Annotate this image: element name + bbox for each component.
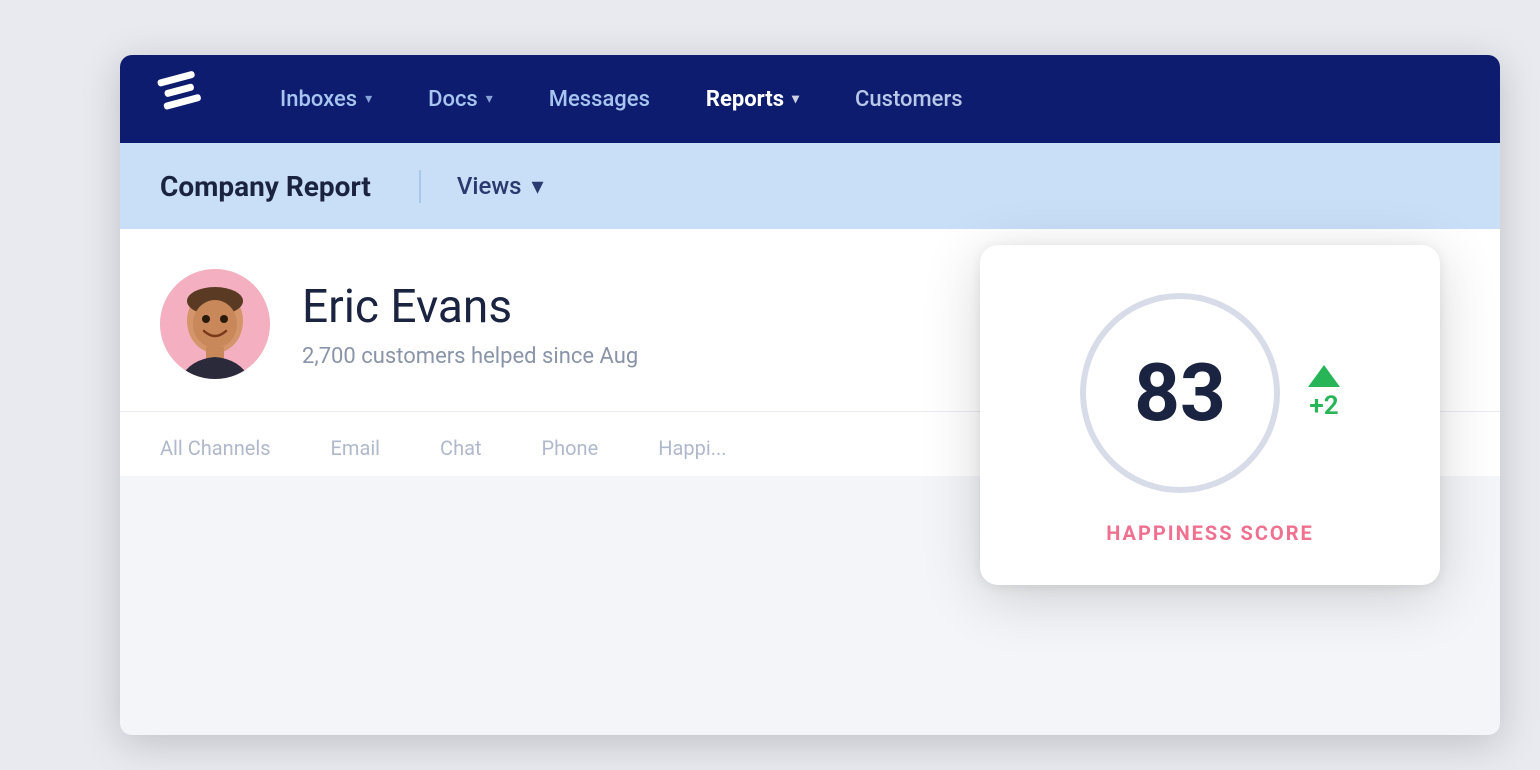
score-row: 83 +2: [1080, 293, 1340, 493]
views-dropdown[interactable]: Views ▾: [457, 172, 544, 200]
chevron-down-icon: ▾: [792, 91, 799, 107]
tab-all-channels[interactable]: All Channels: [160, 436, 271, 476]
sub-header: Company Report Views ▾: [120, 143, 1500, 229]
app-window: Inboxes ▾ Docs ▾ Messages Reports ▾ Cust…: [120, 55, 1500, 735]
avatar-image: [160, 269, 270, 379]
page-title: Company Report: [160, 170, 421, 203]
happiness-label: HAPPINESS SCORE: [1106, 521, 1314, 545]
agent-info: Eric Evans 2,700 customers helped since …: [302, 280, 638, 369]
chevron-down-icon: ▾: [365, 91, 372, 107]
tab-chat[interactable]: Chat: [440, 436, 481, 476]
tab-phone[interactable]: Phone: [542, 436, 599, 476]
tab-email[interactable]: Email: [331, 436, 381, 476]
score-value: 83: [1134, 353, 1226, 433]
chevron-down-icon: ▾: [532, 172, 544, 200]
happiness-score-card: 83 +2 HAPPINESS SCORE: [980, 245, 1440, 585]
nav-item-messages[interactable]: Messages: [521, 79, 678, 120]
nav-item-inboxes[interactable]: Inboxes ▾: [252, 79, 400, 120]
up-arrow-icon: [1308, 365, 1340, 387]
nav-item-reports[interactable]: Reports ▾: [678, 79, 827, 120]
nav-item-customers[interactable]: Customers: [827, 79, 991, 120]
avatar: [160, 269, 270, 379]
nav-item-docs[interactable]: Docs ▾: [400, 79, 521, 120]
agent-name: Eric Evans: [302, 280, 638, 334]
score-delta: +2: [1309, 391, 1338, 421]
tab-happiness[interactable]: Happi...: [658, 436, 726, 476]
agent-subtitle: 2,700 customers helped since Aug: [302, 344, 638, 369]
app-logo[interactable]: [160, 73, 212, 125]
score-circle: 83: [1080, 293, 1280, 493]
chevron-down-icon: ▾: [486, 91, 493, 107]
nav-items: Inboxes ▾ Docs ▾ Messages Reports ▾ Cust…: [252, 79, 1460, 120]
score-change: +2: [1308, 365, 1340, 421]
top-nav: Inboxes ▾ Docs ▾ Messages Reports ▾ Cust…: [120, 55, 1500, 143]
